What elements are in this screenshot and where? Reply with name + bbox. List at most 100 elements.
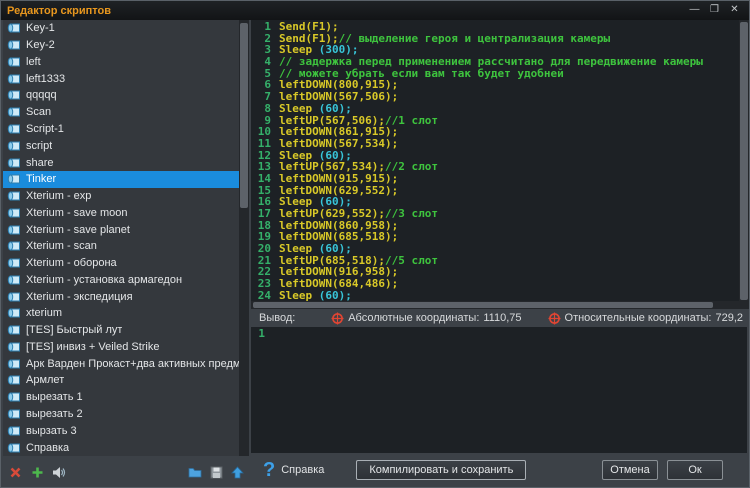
script-name: Справка xyxy=(26,441,70,454)
relative-coordinates-label: Относительные координаты: xyxy=(564,312,712,324)
script-scroll-icon xyxy=(7,39,21,51)
script-scroll-icon xyxy=(7,307,21,319)
script-name: Xterium - оборона xyxy=(26,257,117,270)
line-number: 1 xyxy=(264,20,271,33)
script-name: Xterium - scan xyxy=(26,240,97,253)
script-list-item[interactable]: Xterium - установка армагедон xyxy=(3,271,239,288)
script-list-item[interactable]: Xterium - exp xyxy=(3,188,239,205)
crosshair-icon xyxy=(548,312,561,324)
script-list-item[interactable]: left xyxy=(3,54,239,71)
add-icon[interactable] xyxy=(29,464,45,480)
script-scroll-icon xyxy=(7,358,21,370)
script-name: Арк Варден Прокаст+два активных предмета xyxy=(26,357,239,370)
editor-horizontal-scrollbar-thumb[interactable] xyxy=(253,302,713,308)
footer: ? Справка Компилировать и сохранить Отме… xyxy=(251,453,749,487)
script-name: share xyxy=(26,156,54,169)
script-list-item[interactable]: Scan xyxy=(3,104,239,121)
script-list-item[interactable]: Tinker xyxy=(3,170,239,188)
script-list-item[interactable]: вырезать 1 xyxy=(3,389,239,406)
script-list-item[interactable]: Script-1 xyxy=(3,121,239,138)
titlebar[interactable]: Редактор скриптов — ❐ ✕ xyxy=(1,1,749,20)
script-list-item[interactable]: вырезать 2 xyxy=(3,406,239,423)
sidebar-toolbar-right xyxy=(187,464,245,480)
script-scroll-icon xyxy=(7,106,21,118)
help-link[interactable]: Справка xyxy=(281,464,324,476)
script-name: вырезать 2 xyxy=(26,407,83,420)
script-scroll-icon xyxy=(7,274,21,286)
script-editor-window: Редактор скриптов — ❐ ✕ Key-1 Key-2 left le… xyxy=(0,0,750,488)
sound-icon[interactable] xyxy=(51,464,67,480)
script-list-item[interactable]: xterium xyxy=(3,305,239,322)
script-name: Xterium - экспедиция xyxy=(26,290,133,303)
editor-vertical-scrollbar-thumb[interactable] xyxy=(740,22,748,300)
script-scroll-icon xyxy=(7,56,21,68)
script-name: Scan xyxy=(26,106,52,119)
script-scroll-icon xyxy=(7,207,21,219)
cancel-button[interactable]: Отмена xyxy=(602,460,658,480)
script-list-item[interactable]: Xterium - оборона xyxy=(3,255,239,272)
script-list-item[interactable]: [TES] Быстрый лут xyxy=(3,322,239,339)
script-scroll-icon xyxy=(7,123,21,135)
folder-icon[interactable] xyxy=(187,464,203,480)
editor-horizontal-scrollbar[interactable] xyxy=(251,301,739,309)
script-scroll-icon xyxy=(7,240,21,252)
script-list-item[interactable]: вырзать 3 xyxy=(3,422,239,439)
script-name: qqqqq xyxy=(26,89,57,102)
script-name: вырезать 1 xyxy=(26,391,83,404)
script-list-item[interactable]: qqqqq xyxy=(3,87,239,104)
sidebar-scrollbar-thumb[interactable] xyxy=(240,23,248,208)
script-list-item[interactable]: [TES] инвиз + Veiled Strike xyxy=(3,339,239,356)
line-number: 4 xyxy=(264,55,271,69)
script-name: left xyxy=(26,55,41,68)
upload-icon[interactable] xyxy=(229,464,245,480)
script-scroll-icon xyxy=(7,425,21,437)
script-name: [TES] инвиз + Veiled Strike xyxy=(26,340,160,353)
editor-vertical-scrollbar[interactable] xyxy=(739,20,749,309)
sidebar-scrollbar[interactable] xyxy=(239,20,249,456)
code-area[interactable]: Send(F1); Send(F1);// выделение героя и ц… xyxy=(275,20,739,301)
script-list-item[interactable]: Xterium - экспедиция xyxy=(3,288,239,305)
script-list-item[interactable]: Справка xyxy=(3,439,239,456)
script-list-item[interactable]: script xyxy=(3,137,239,154)
script-list-item[interactable]: left1333 xyxy=(3,70,239,87)
output-header: Вывод: Абсолютные координаты: 1110,75 От… xyxy=(251,309,749,327)
compile-save-button[interactable]: Компилировать и сохранить xyxy=(356,460,527,480)
script-list-item[interactable]: Key-2 xyxy=(3,37,239,54)
script-list-item[interactable]: Xterium - save planet xyxy=(3,221,239,238)
script-name: Xterium - установка армагедон xyxy=(26,273,183,286)
script-scroll-icon xyxy=(7,291,21,303)
script-scroll-icon xyxy=(7,442,21,454)
line-number: 20 xyxy=(257,242,271,256)
script-scroll-icon xyxy=(7,324,21,336)
window-title: Редактор скриптов xyxy=(7,4,111,17)
script-name: Key-1 xyxy=(26,22,55,35)
script-list-item[interactable]: share xyxy=(3,154,239,171)
script-name: вырзать 3 xyxy=(26,424,77,437)
script-name: left1333 xyxy=(26,72,66,85)
script-list-item[interactable]: Xterium - save moon xyxy=(3,204,239,221)
script-list-item[interactable]: Арк Варден Прокаст+два активных предмета xyxy=(3,355,239,372)
delete-icon[interactable] xyxy=(7,464,23,480)
script-scroll-icon xyxy=(7,173,21,185)
output-console[interactable]: 1 xyxy=(251,327,747,453)
script-name: Xterium - save planet xyxy=(26,223,130,236)
code-editor[interactable]: 1 2 3 4 5 6 7 8 9 10 11 12 13 14 15 16 17 18 19 20 21 22 23 24 … xyxy=(251,20,739,301)
relative-coordinates: Относительные координаты: 729,2 xyxy=(548,312,743,325)
maximize-button[interactable]: ❐ xyxy=(706,3,723,18)
crosshair-icon xyxy=(331,312,344,324)
help-icon[interactable]: ? xyxy=(263,460,275,480)
script-name: Армлет xyxy=(26,374,65,387)
script-list-item[interactable]: Армлет xyxy=(3,372,239,389)
absolute-coordinates-label: Абсолютные координаты: xyxy=(348,312,480,324)
line-number: 17 xyxy=(257,207,271,220)
close-button[interactable]: ✕ xyxy=(726,3,743,18)
script-name: script xyxy=(26,139,53,152)
script-scroll-icon xyxy=(7,391,21,403)
script-scroll-icon xyxy=(7,157,21,169)
save-icon[interactable] xyxy=(208,464,224,480)
minimize-button[interactable]: — xyxy=(686,3,703,18)
script-list-item[interactable]: Xterium - scan xyxy=(3,238,239,255)
script-list-item[interactable]: Key-1 xyxy=(3,20,239,37)
script-name: [TES] Быстрый лут xyxy=(26,324,123,337)
ok-button[interactable]: Ок xyxy=(667,460,723,480)
